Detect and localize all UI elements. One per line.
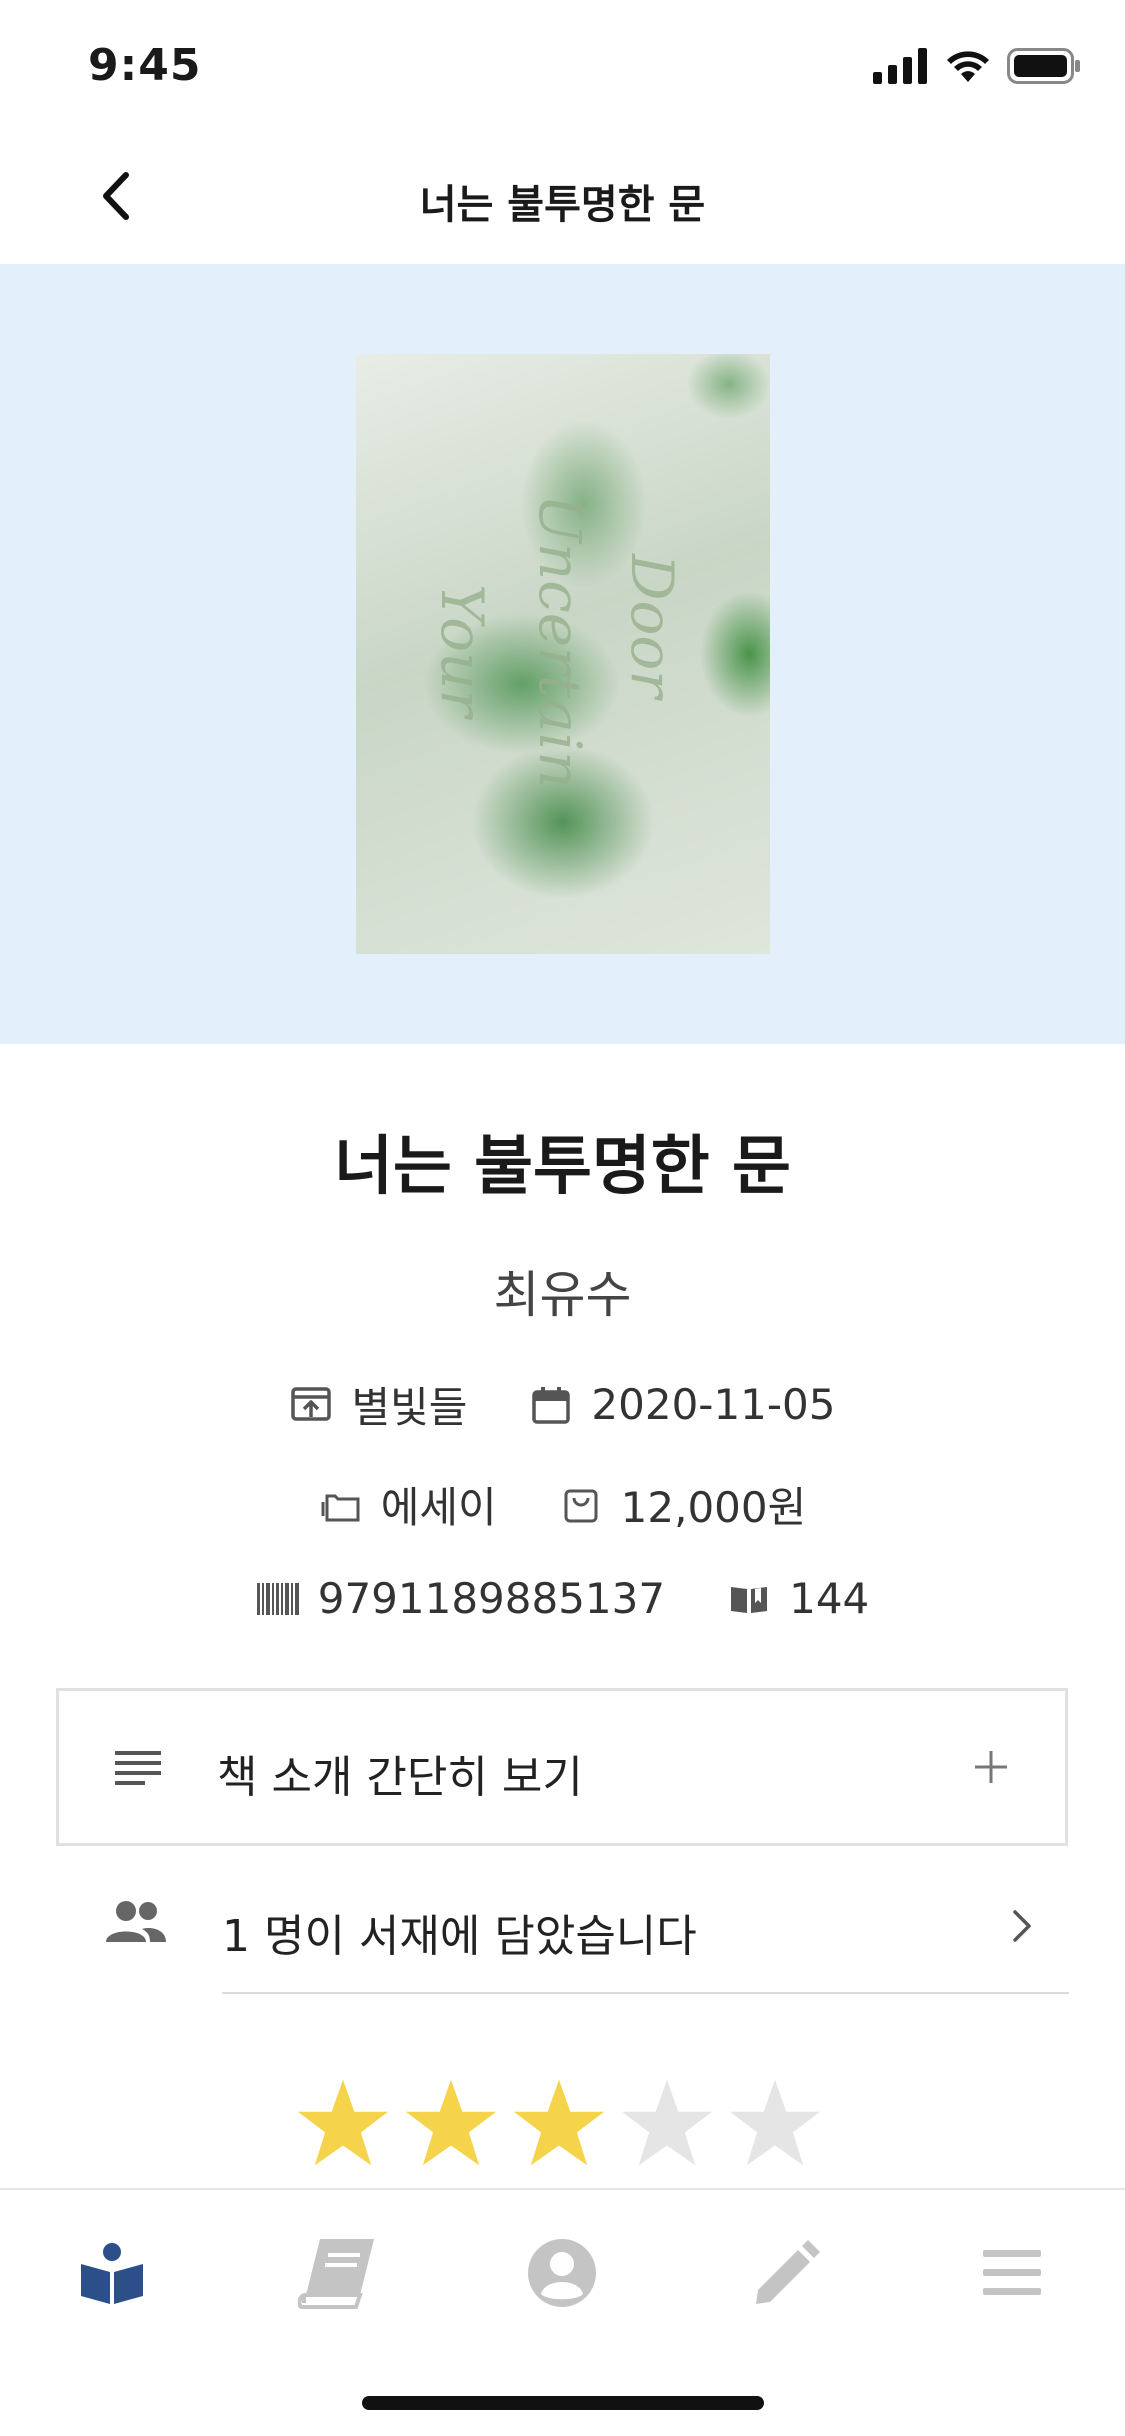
tab-write[interactable] xyxy=(737,2228,837,2318)
book-author: 최유수 xyxy=(493,1266,632,1324)
star-filled-icon[interactable] xyxy=(296,2076,390,2170)
meta-row-publisher-date: 별빛들 2020-11-05 xyxy=(0,1374,1125,1435)
battery-icon xyxy=(1007,48,1080,84)
tab-menu[interactable] xyxy=(962,2228,1062,2318)
status-bar: 9:45 xyxy=(0,0,1125,132)
tab-library[interactable] xyxy=(287,2228,387,2318)
isbn-info: 9791189885137 xyxy=(256,1574,665,1623)
divider xyxy=(222,1992,1069,1994)
book-icon xyxy=(298,2239,374,2309)
pages-text: 144 xyxy=(789,1574,870,1623)
shelf-count-label: 1 명이 서재에 담았습니다 xyxy=(222,1911,697,1962)
plus-icon xyxy=(975,1751,1007,1783)
status-icons xyxy=(873,48,1081,84)
chevron-right-icon xyxy=(1013,1910,1031,1942)
price-info: 12,000원 xyxy=(559,1474,807,1535)
menu-icon xyxy=(983,2250,1041,2295)
nav-bar: 너는 불투명한 문 xyxy=(0,132,1125,264)
pencil-icon xyxy=(756,2240,820,2304)
category-text: 에세이 xyxy=(380,1483,497,1532)
cover-text-3: Door xyxy=(618,554,686,699)
shelf-count-row[interactable]: 1 명이 서재에 담았습니다 xyxy=(0,1850,1125,1994)
meta-row-category-price: 에세이 12,000원 xyxy=(0,1474,1125,1535)
status-time: 9:45 xyxy=(88,40,202,91)
intro-toggle[interactable]: 책 소개 간단히 보기 xyxy=(56,1688,1068,1846)
signal-icon xyxy=(873,48,927,84)
pages-info: 144 xyxy=(727,1574,869,1623)
meta-row-isbn-pages: 9791189885137 144 xyxy=(0,1574,1125,1623)
category-info: 에세이 xyxy=(319,1474,497,1535)
nav-title: 너는 불투명한 문 xyxy=(419,182,706,228)
intro-label: 책 소개 간단히 보기 xyxy=(217,1752,583,1803)
star-rating[interactable] xyxy=(296,2076,822,2170)
tab-reading[interactable] xyxy=(62,2228,162,2318)
cover-text-1: Your xyxy=(428,584,496,718)
publisher-icon xyxy=(289,1383,333,1427)
user-icon xyxy=(528,2239,596,2307)
date-info: 2020-11-05 xyxy=(529,1380,836,1429)
isbn-text: 9791189885137 xyxy=(317,1574,666,1623)
home-indicator xyxy=(362,2396,764,2410)
folder-icon xyxy=(319,1483,363,1527)
date-text: 2020-11-05 xyxy=(591,1380,836,1429)
reading-book-icon xyxy=(81,2243,143,2304)
publisher-text: 별빛들 xyxy=(351,1383,468,1432)
book-cover-section: Your Uncertain Door xyxy=(0,264,1125,1044)
publisher-info: 별빛들 xyxy=(289,1374,467,1435)
open-book-icon xyxy=(727,1577,771,1621)
cover-text-2: Uncertain xyxy=(526,494,594,789)
tab-profile[interactable] xyxy=(512,2228,612,2318)
star-filled-icon[interactable] xyxy=(404,2076,498,2170)
star-empty-icon[interactable] xyxy=(728,2076,822,2170)
price-text: 12,000원 xyxy=(620,1483,807,1532)
shopping-bag-icon xyxy=(559,1483,603,1527)
wifi-icon xyxy=(947,51,989,82)
people-icon xyxy=(106,1901,166,1942)
book-title: 너는 불투명한 문 xyxy=(334,1130,791,1204)
book-cover-image[interactable]: Your Uncertain Door xyxy=(356,354,770,954)
barcode-icon xyxy=(256,1577,300,1621)
star-filled-icon[interactable] xyxy=(512,2076,606,2170)
calendar-icon xyxy=(529,1383,573,1427)
text-lines-icon xyxy=(115,1751,161,1785)
star-empty-icon[interactable] xyxy=(620,2076,714,2170)
